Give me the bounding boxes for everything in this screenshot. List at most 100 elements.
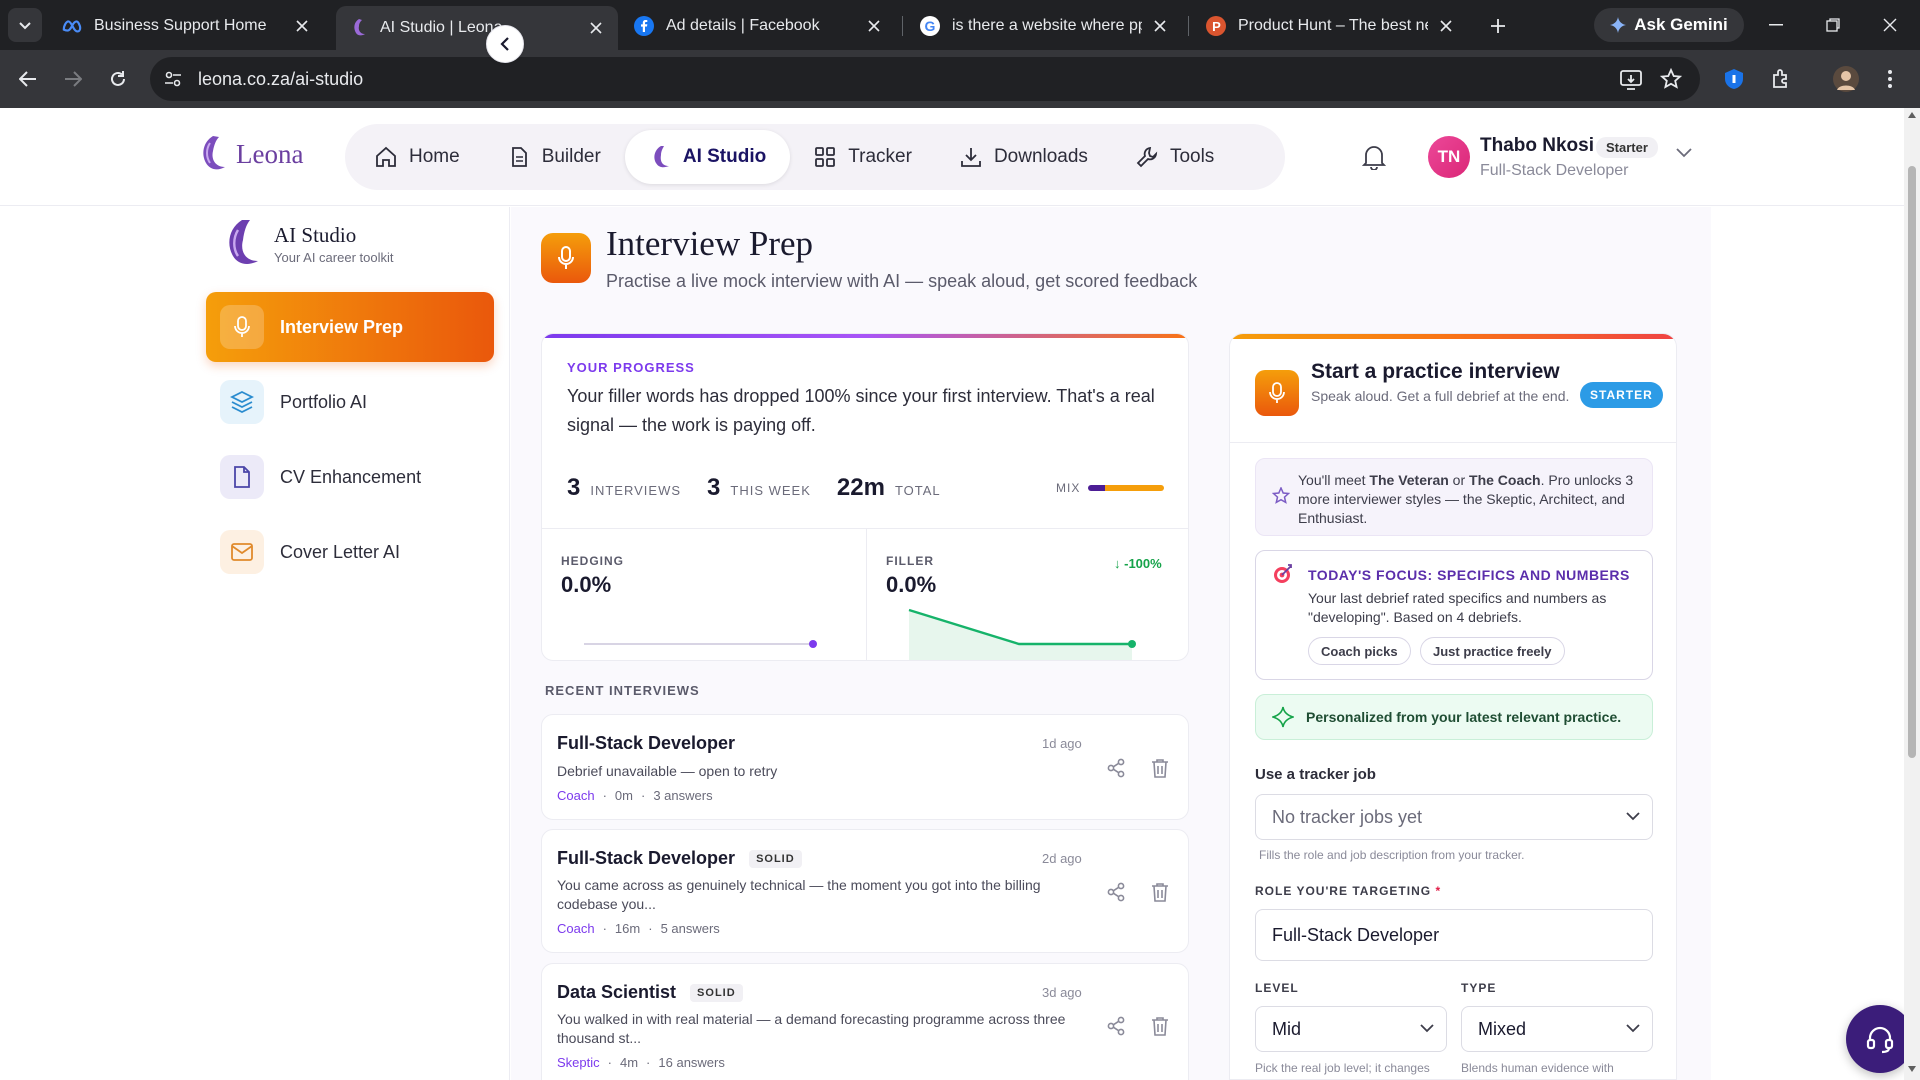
start-practice-panel: Start a practice interview Speak aloud. … [1229, 333, 1677, 1080]
stat-interviews-value: 3 [567, 474, 581, 501]
tracker-job-select[interactable]: No tracker jobs yet [1255, 794, 1653, 840]
reload-button[interactable] [102, 63, 134, 95]
nav-downloads-label: Downloads [993, 146, 1088, 167]
ask-gemini-button[interactable]: Ask Gemini [1594, 8, 1744, 42]
nav-home-label: Home [409, 146, 460, 167]
nav-ai-studio[interactable]: AI Studio [624, 130, 791, 184]
interview-summary: Debrief unavailable — open to retry [557, 763, 778, 779]
leona-icon [203, 136, 225, 170]
interviewer-info-text: You'll meet The Veteran or The Coach. Pr… [1298, 472, 1634, 526]
browser-tab[interactable]: G is there a website where ppl g [908, 6, 1182, 46]
close-icon[interactable] [864, 16, 884, 36]
trash-icon[interactable] [1151, 882, 1169, 902]
interview-meta: Coach · 16m · 5 answers [557, 921, 720, 936]
address-bar[interactable]: leona.co.za/ai-studio [150, 57, 1700, 101]
file-icon [220, 455, 264, 499]
browser-tab[interactable]: Ad details | Facebook [622, 6, 896, 46]
close-icon[interactable] [1436, 16, 1456, 36]
scroll-down-icon [1908, 1066, 1916, 1072]
interview-time: 3d ago [1042, 985, 1082, 1000]
practice-freely-chip[interactable]: Just practice freely [1420, 637, 1565, 665]
focus-body: Your last debrief rated specifics and nu… [1308, 590, 1607, 625]
close-icon[interactable] [292, 16, 312, 36]
arrow-down-icon: ↓ [1114, 556, 1121, 571]
role-input[interactable]: Full-Stack Developer [1255, 909, 1653, 961]
tab-search-button[interactable] [8, 8, 42, 42]
sidebar-item-interview-prep[interactable]: Interview Prep [206, 292, 494, 362]
avatar[interactable]: TN [1428, 136, 1470, 178]
interviewer-style: Skeptic [557, 1055, 600, 1070]
back-button[interactable] [12, 63, 44, 95]
more-vertical-icon [1888, 70, 1892, 88]
user-menu-button[interactable] [1676, 148, 1692, 158]
minimize-button[interactable] [1756, 10, 1796, 40]
interview-card[interactable]: Full-Stack Developer 1d ago Debrief unav… [541, 714, 1189, 820]
google-icon: G [920, 16, 940, 36]
close-icon[interactable] [586, 18, 606, 38]
level-select[interactable]: Mid [1255, 1006, 1447, 1052]
plan-badge: Starter [1596, 137, 1658, 158]
share-icon[interactable] [1106, 758, 1126, 778]
interview-time: 2d ago [1042, 851, 1082, 866]
forward-button[interactable] [57, 63, 89, 95]
restore-button[interactable] [1813, 10, 1853, 40]
nav-builder[interactable]: Builder [484, 130, 625, 184]
interview-duration: 16m [614, 921, 641, 936]
type-hint: Blends human evidence with [1461, 1061, 1614, 1075]
trash-icon[interactable] [1151, 758, 1169, 778]
meta-icon [62, 16, 82, 36]
filler-value: 0.0% [886, 572, 937, 597]
profile-avatar-icon[interactable] [1830, 63, 1862, 95]
sidebar-item-cv-enhancement[interactable]: CV Enhancement [206, 442, 494, 512]
browser-tab[interactable]: P Product Hunt – The best new [1194, 6, 1468, 46]
notifications-button[interactable] [1362, 144, 1386, 170]
tab-title: is there a website where ppl g [952, 17, 1142, 34]
nav-tools[interactable]: Tools [1112, 130, 1238, 184]
share-icon[interactable] [1106, 1016, 1126, 1036]
close-icon [1883, 18, 1897, 32]
password-manager-icon[interactable] [1718, 63, 1750, 95]
tracker-job-hint: Fills the role and job description from … [1259, 848, 1525, 862]
scrollbar-thumb[interactable] [1908, 166, 1916, 758]
nav-tracker[interactable]: Tracker [790, 130, 936, 184]
user-name[interactable]: Thabo Nkosi [1480, 135, 1594, 157]
bookmark-star-icon[interactable] [1660, 68, 1682, 90]
headset-icon [1866, 1026, 1894, 1054]
product-hunt-icon: P [1206, 16, 1226, 36]
site-info-icon[interactable] [164, 70, 182, 88]
nav-home[interactable]: Home [351, 130, 484, 184]
interview-card[interactable]: Full-Stack Developer SOLID 2d ago You cam… [541, 829, 1189, 953]
type-select[interactable]: Mixed [1461, 1006, 1653, 1052]
tab-title: Ad details | Facebook [666, 17, 820, 34]
browser-menu-button[interactable] [1874, 63, 1906, 95]
home-icon [376, 146, 396, 167]
stat-interviews-unit: INTERVIEWS [590, 483, 682, 498]
leona-logo[interactable]: Leona [196, 135, 303, 173]
interview-card[interactable]: Data Scientist SOLID 3d ago You walked in… [541, 963, 1189, 1080]
sidebar-header: AI Studio Your AI career toolkit [220, 219, 393, 269]
browser-tab[interactable]: Business Support Home [50, 6, 324, 46]
extensions-icon[interactable] [1765, 63, 1797, 95]
collapse-sidebar-button[interactable] [486, 25, 524, 63]
mix-label: MIX [1056, 481, 1081, 495]
close-icon[interactable] [1150, 16, 1170, 36]
new-tab-button[interactable] [1484, 12, 1512, 40]
share-icon[interactable] [1106, 882, 1126, 902]
sidebar-item-portfolio-ai[interactable]: Portfolio AI [206, 367, 494, 437]
sidebar-item-cover-letter-ai[interactable]: Cover Letter AI [206, 517, 494, 587]
arrow-left-icon [19, 71, 36, 87]
install-app-icon[interactable] [1620, 68, 1642, 90]
stat-week-unit: THIS WEEK [730, 483, 811, 498]
progress-accent-bar [542, 334, 1188, 338]
close-window-button[interactable] [1870, 10, 1910, 40]
nav-downloads[interactable]: Downloads [936, 130, 1112, 184]
trash-icon[interactable] [1151, 1016, 1169, 1036]
page-scrollbar[interactable] [1904, 108, 1920, 1080]
coach-picks-chip[interactable]: Coach picks [1308, 637, 1411, 665]
sparkle-icon [1272, 706, 1294, 728]
type-value: Mixed [1478, 1018, 1527, 1039]
browser-tab-active[interactable]: AI Studio | Leona [336, 6, 618, 50]
sidebar-title: AI Studio [274, 223, 357, 247]
interviewer-style: Coach [557, 788, 595, 803]
star-icon [1272, 487, 1290, 505]
